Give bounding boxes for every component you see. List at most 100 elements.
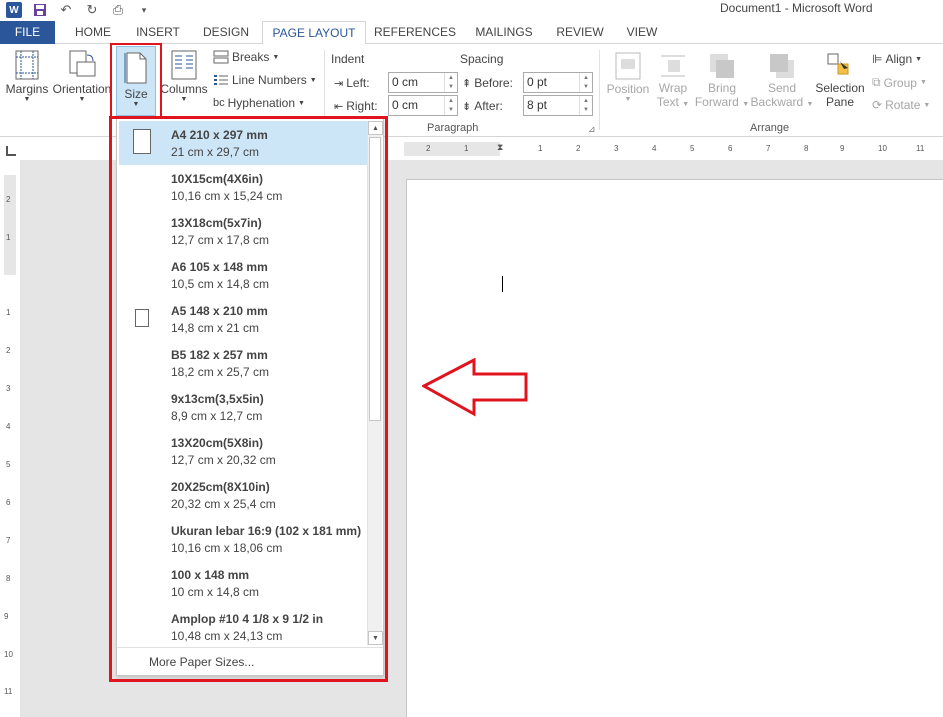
ruler-number: 2 [6, 195, 11, 204]
rotate-label: Rotate [885, 98, 921, 112]
ruler-number: 8 [6, 574, 11, 583]
bring-forward-button[interactable]: Bring Forward ▼ [694, 52, 750, 109]
spacing-after-value: 8 pt [527, 98, 548, 112]
orientation-label: Orientation [52, 82, 112, 96]
ruler-number: 3 [614, 144, 619, 153]
spacing-before-label-wrap: ⇞ Before: [462, 76, 513, 90]
group-button[interactable]: ⧉ Group ▼ [872, 75, 927, 90]
line-numbers-icon [214, 75, 228, 85]
breaks-button[interactable]: Breaks ▼ [213, 50, 279, 64]
wrap-text-button[interactable]: Wrap Text ▼ [654, 52, 692, 109]
dialog-launcher-icon[interactable]: ⊿ [588, 124, 596, 135]
selection-pane-label-1: Selection [815, 81, 865, 95]
chevron-down-icon: ▼ [624, 96, 632, 103]
selection-pane-label-2: Pane [825, 95, 855, 109]
selection-pane-button[interactable]: Selection Pane [814, 52, 866, 109]
indent-left-spinner[interactable]: ▲ ▼ [444, 73, 457, 92]
tab-selector-icon[interactable] [6, 146, 16, 156]
wrap-text-label-2: Text ▼ [657, 95, 689, 109]
chevron-down-icon: ▼ [78, 96, 86, 103]
chevron-down-icon: ▼ [806, 101, 814, 108]
tab-references[interactable]: REFERENCES [372, 21, 458, 44]
separator [599, 50, 600, 130]
tab-home[interactable]: HOME [66, 21, 120, 44]
horizontal-ruler[interactable]: 2 1 ⧗ 1 2 3 4 5 6 7 8 9 10 11 [404, 142, 943, 156]
indent-left-label-wrap: ⇥ Left: [334, 76, 370, 90]
title-bar: W ↶ ↻ ⎙ ▾ Document1 - Microsoft Word [0, 0, 943, 21]
send-backward-button[interactable]: Send Backward ▼ [750, 52, 814, 109]
redo-icon[interactable]: ↻ [84, 2, 100, 18]
bring-forward-label-1: Bring [707, 81, 736, 95]
group-icon: ⧉ [872, 75, 881, 89]
document-page[interactable] [406, 179, 943, 717]
undo-icon[interactable]: ↶ [58, 2, 74, 18]
spacing-after-spinner[interactable]: ▲ ▼ [579, 96, 592, 115]
ruler-number: 11 [4, 687, 13, 696]
indent-right-label-wrap: ⇤ Right: [334, 99, 378, 113]
indent-right-spinner[interactable]: ▲ ▼ [444, 96, 457, 115]
spacing-before-value: 0 pt [527, 75, 548, 89]
tab-insert[interactable]: INSERT [129, 21, 187, 44]
send-backward-icon [770, 54, 794, 78]
chevron-down-icon: ▼ [742, 101, 750, 108]
print-preview-icon[interactable]: ⎙ [110, 2, 126, 18]
ruler-body [500, 142, 943, 156]
annotation-dropdown-highlight [109, 116, 388, 682]
orientation-button[interactable]: Orientation ▼ [52, 50, 112, 104]
hyphenation-button[interactable]: bc Hyphenation ▼ [213, 96, 305, 110]
ruler-number: 5 [690, 144, 695, 153]
chevron-down-icon: ▼ [915, 55, 923, 63]
send-backward-label-1: Send [767, 81, 797, 95]
tab-page-layout[interactable]: PAGE LAYOUT [262, 21, 366, 45]
margins-icon [15, 50, 39, 80]
tab-review[interactable]: REVIEW [550, 21, 610, 44]
line-numbers-button[interactable]: Line Numbers ▼ [213, 73, 317, 87]
spacing-before-field[interactable]: 0 pt ▲ ▼ [523, 72, 593, 93]
align-button[interactable]: ⊫ Align ▼ [872, 52, 922, 66]
tab-file[interactable]: FILE [0, 21, 55, 44]
columns-icon [171, 50, 197, 80]
columns-button[interactable]: Columns ▼ [160, 50, 208, 104]
indent-right-field[interactable]: 0 cm ▲ ▼ [388, 95, 458, 116]
ruler-number: 3 [6, 384, 11, 393]
quick-access-toolbar: W ↶ ↻ ⎙ ▾ [6, 1, 152, 19]
rotate-button[interactable]: ⟳ Rotate ▼ [872, 98, 930, 112]
ruler-number: 1 [6, 308, 11, 317]
margins-button[interactable]: Margins ▼ [4, 50, 50, 104]
position-button[interactable]: Position ▼ [604, 52, 652, 104]
spacing-heading: Spacing [460, 52, 504, 66]
ribbon-tabs: FILE HOME INSERT DESIGN PAGE LAYOUT REFE… [0, 21, 943, 45]
spacing-before-spinner[interactable]: ▲ ▼ [579, 73, 592, 92]
spacing-after-icon: ⇟ [462, 100, 472, 113]
ruler-number: 10 [878, 144, 887, 153]
tab-view[interactable]: VIEW [619, 21, 665, 44]
ruler-margin [404, 142, 500, 156]
selection-pane-icon [827, 53, 849, 75]
word-icon[interactable]: W [6, 2, 22, 18]
tab-design[interactable]: DESIGN [196, 21, 256, 44]
vertical-ruler[interactable]: 2 1 1 2 3 4 5 6 7 8 9 10 11 [4, 175, 16, 717]
indent-left-label: Left: [346, 76, 370, 90]
indent-left-field[interactable]: 0 cm ▲ ▼ [388, 72, 458, 93]
tab-mailings[interactable]: MAILINGS [468, 21, 540, 44]
text-cursor [502, 276, 503, 292]
customize-icon[interactable]: ▾ [136, 2, 152, 18]
indent-left-icon: ⇥ [334, 77, 344, 90]
send-backward-label-2-text: Backward [750, 95, 804, 109]
ruler-number: 4 [652, 144, 657, 153]
send-backward-label-2: Backward ▼ [751, 95, 814, 109]
chevron-down-icon: ▼ [272, 53, 280, 61]
spacing-after-label-wrap: ⇟ After: [462, 99, 503, 113]
spacing-before-label: Before: [474, 76, 513, 90]
chevron-down-icon: ▼ [180, 96, 188, 103]
ruler-number: 6 [728, 144, 733, 153]
save-icon[interactable] [32, 2, 48, 18]
indent-heading: Indent [331, 52, 365, 66]
ruler-number: 8 [804, 144, 809, 153]
group-label: Group [883, 75, 917, 90]
spacing-after-field[interactable]: 8 pt ▲ ▼ [523, 95, 593, 116]
chevron-down-icon: ▼ [682, 101, 690, 108]
wrap-text-icon [661, 55, 685, 77]
bring-forward-label-2: Forward ▼ [695, 95, 749, 109]
indent-marker-icon[interactable]: ⧗ [497, 142, 503, 153]
